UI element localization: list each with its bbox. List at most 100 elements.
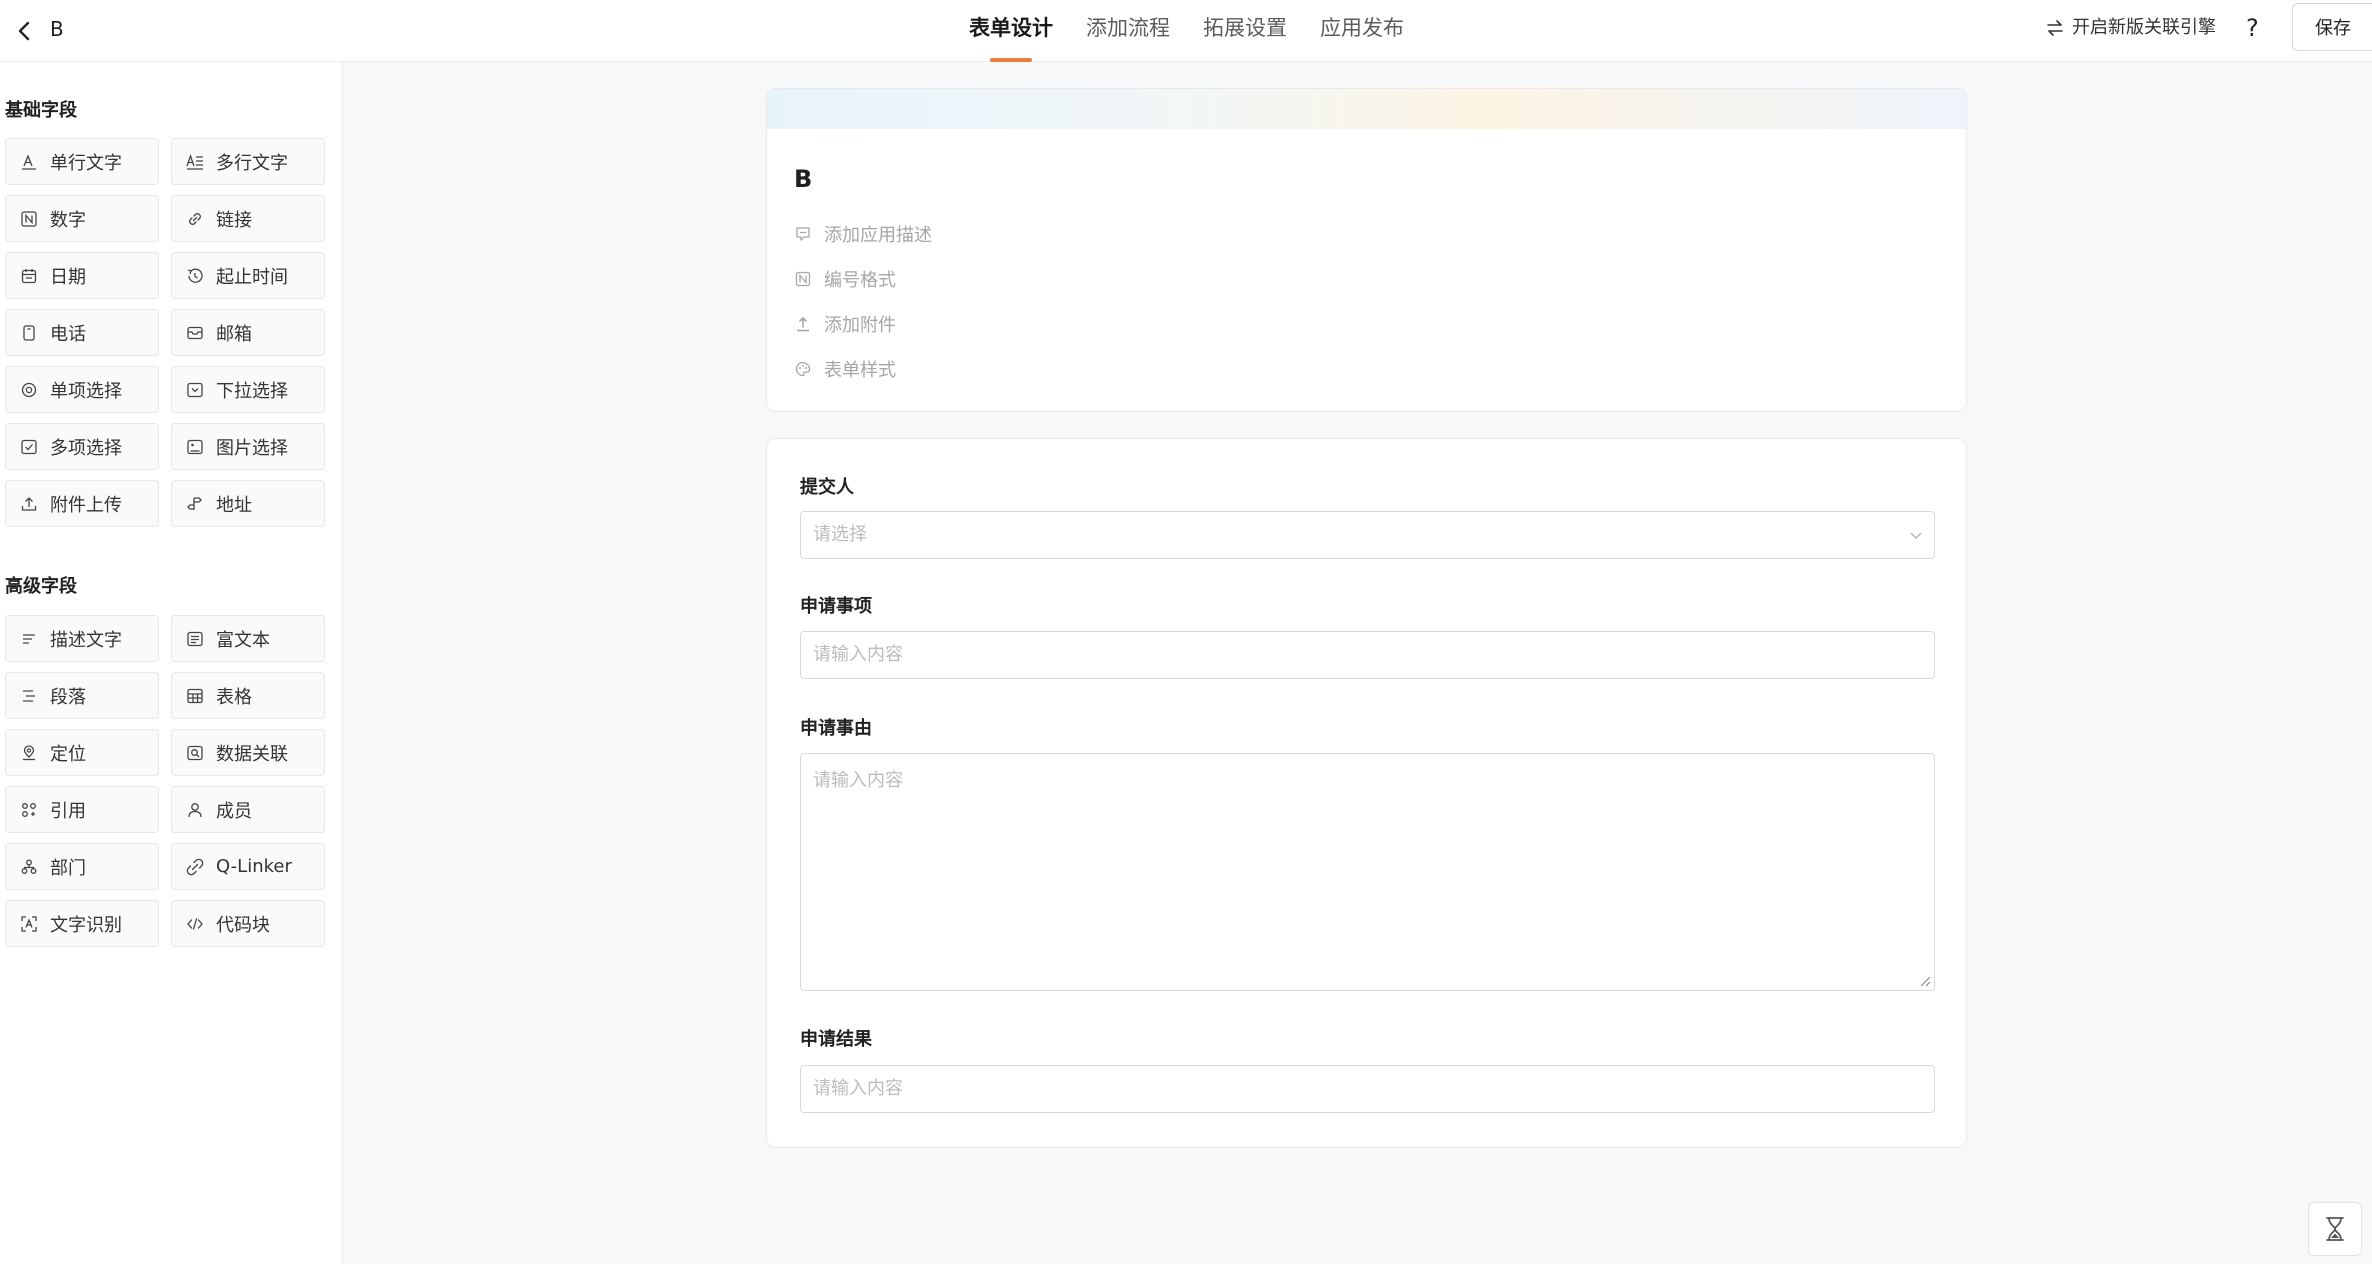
field-reference[interactable]: 引用 <box>5 786 159 833</box>
action-label: 编号格式 <box>824 270 896 291</box>
field-label-text: 起止时间 <box>216 266 288 288</box>
ocr-icon <box>20 915 38 933</box>
new-engine-toggle[interactable]: 开启新版关联引擎 <box>2046 14 2216 42</box>
form-style-action[interactable]: 表单样式 <box>794 356 896 382</box>
hourglass-icon <box>2326 1217 2344 1241</box>
add-description-action[interactable]: 添加应用描述 <box>794 221 932 247</box>
action-label: 添加附件 <box>824 315 896 336</box>
field-checkbox[interactable]: 多项选择 <box>5 423 159 470</box>
field-attachment-upload[interactable]: 附件上传 <box>5 480 159 527</box>
form-fields-card: 提交人 请选择 申请事项 请输入内容 申请事由 请输入内容 申请结果 请输入内容 <box>766 438 1967 1148</box>
field-date[interactable]: 日期 <box>5 252 159 299</box>
location-icon <box>20 744 38 762</box>
action-label: 表单样式 <box>824 360 896 381</box>
field-label-text: 部门 <box>50 857 86 879</box>
field-link[interactable]: 链接 <box>171 195 325 242</box>
form-header-card: B 添加应用描述 编号格式 添加附件 表单样式 <box>766 88 1967 412</box>
add-attachment-action[interactable]: 添加附件 <box>794 311 896 337</box>
request-item-input[interactable]: 请输入内容 <box>800 631 1935 679</box>
field-single-line-text[interactable]: 单行文字 <box>5 138 159 185</box>
tab-extension-settings[interactable]: 拓展设置 <box>1203 0 1287 62</box>
field-q-linker[interactable]: Q-Linker <box>171 843 325 890</box>
address-icon <box>186 495 204 513</box>
field-label-text: 数据关联 <box>216 743 288 765</box>
tab-add-process[interactable]: 添加流程 <box>1086 0 1170 62</box>
field-number[interactable]: 数字 <box>5 195 159 242</box>
action-label: 添加应用描述 <box>824 225 932 246</box>
q-linker-icon <box>186 858 204 876</box>
upload-icon <box>20 495 38 513</box>
tab-app-publish[interactable]: 应用发布 <box>1320 0 1404 62</box>
description-icon <box>20 630 38 648</box>
field-label-text: 附件上传 <box>50 494 122 516</box>
field-label-text: 段落 <box>50 686 86 708</box>
help-icon[interactable]: ? <box>2246 12 2259 44</box>
field-label-text: 日期 <box>50 266 86 288</box>
field-label-text: 代码块 <box>216 914 270 936</box>
field-label-text: 多项选择 <box>50 437 122 459</box>
field-label-text: 单行文字 <box>50 152 122 174</box>
field-paragraph[interactable]: 段落 <box>5 672 159 719</box>
link-icon <box>186 210 204 228</box>
request-reason-placeholder: 请输入内容 <box>813 770 903 791</box>
department-icon <box>20 858 38 876</box>
palette-icon <box>795 361 811 377</box>
swap-icon <box>2047 20 2063 36</box>
field-location[interactable]: 定位 <box>5 729 159 776</box>
field-mail[interactable]: 邮箱 <box>171 309 325 356</box>
request-result-input[interactable]: 请输入内容 <box>800 1065 1935 1113</box>
field-label-text: 引用 <box>50 800 86 822</box>
field-department[interactable]: 部门 <box>5 843 159 890</box>
field-label-text: 描述文字 <box>50 629 122 651</box>
request-reason-textarea[interactable]: 请输入内容 <box>800 753 1935 991</box>
field-label-text: 定位 <box>50 743 86 765</box>
tab-form-design[interactable]: 表单设计 <box>969 0 1053 62</box>
field-description-text[interactable]: 描述文字 <box>5 615 159 662</box>
save-button[interactable]: 保存 <box>2292 3 2372 51</box>
rich-text-icon <box>186 630 204 648</box>
submitter-label: 提交人 <box>800 477 854 498</box>
field-label-text: 邮箱 <box>216 323 252 345</box>
field-label-text: 链接 <box>216 209 252 231</box>
dropdown-icon <box>186 381 204 399</box>
field-member[interactable]: 成员 <box>171 786 325 833</box>
number-format-action[interactable]: 编号格式 <box>794 266 896 292</box>
field-label-text: 文字识别 <box>50 914 122 936</box>
field-label-text: 多行文字 <box>216 152 288 174</box>
history-button[interactable] <box>2308 1202 2362 1256</box>
field-label-text: 成员 <box>216 800 252 822</box>
time-range-icon <box>186 267 204 285</box>
form-title[interactable]: B <box>794 165 812 193</box>
field-multi-line-text[interactable]: 多行文字 <box>171 138 325 185</box>
new-engine-label: 开启新版关联引擎 <box>2072 17 2216 38</box>
advanced-fields-grid: 描述文字 富文本 段落 表格 定位 数据关联 引用 成员 部门 Q-Linker… <box>5 615 325 947</box>
field-palette: 基础字段 单行文字 多行文字 数字 链接 日期 起止时间 电话 邮箱 单项选择 … <box>0 62 343 1264</box>
field-phone[interactable]: 电话 <box>5 309 159 356</box>
submitter-select[interactable]: 请选择 <box>800 511 1935 559</box>
app-name: B <box>50 17 64 41</box>
request-reason-label: 申请事由 <box>800 718 872 739</box>
field-radio[interactable]: 单项选择 <box>5 366 159 413</box>
member-icon <box>186 801 204 819</box>
field-image-select[interactable]: 图片选择 <box>171 423 325 470</box>
field-dropdown[interactable]: 下拉选择 <box>171 366 325 413</box>
field-label-text: 电话 <box>50 323 86 345</box>
field-table[interactable]: 表格 <box>171 672 325 719</box>
request-item-label: 申请事项 <box>800 596 872 617</box>
field-ocr[interactable]: 文字识别 <box>5 900 159 947</box>
field-code-block[interactable]: 代码块 <box>171 900 325 947</box>
image-icon <box>186 438 204 456</box>
field-label-text: 富文本 <box>216 629 270 651</box>
field-label-text: 单项选择 <box>50 380 122 402</box>
reference-icon <box>20 801 38 819</box>
number-icon <box>20 210 38 228</box>
field-data-link[interactable]: 数据关联 <box>171 729 325 776</box>
field-address[interactable]: 地址 <box>171 480 325 527</box>
field-rich-text[interactable]: 富文本 <box>171 615 325 662</box>
resize-handle-icon[interactable] <box>1917 973 1931 987</box>
back-button[interactable] <box>10 16 40 46</box>
mail-icon <box>186 324 204 342</box>
field-time-range[interactable]: 起止时间 <box>171 252 325 299</box>
field-label-text: 地址 <box>216 494 252 516</box>
chevron-left-icon <box>18 21 30 41</box>
